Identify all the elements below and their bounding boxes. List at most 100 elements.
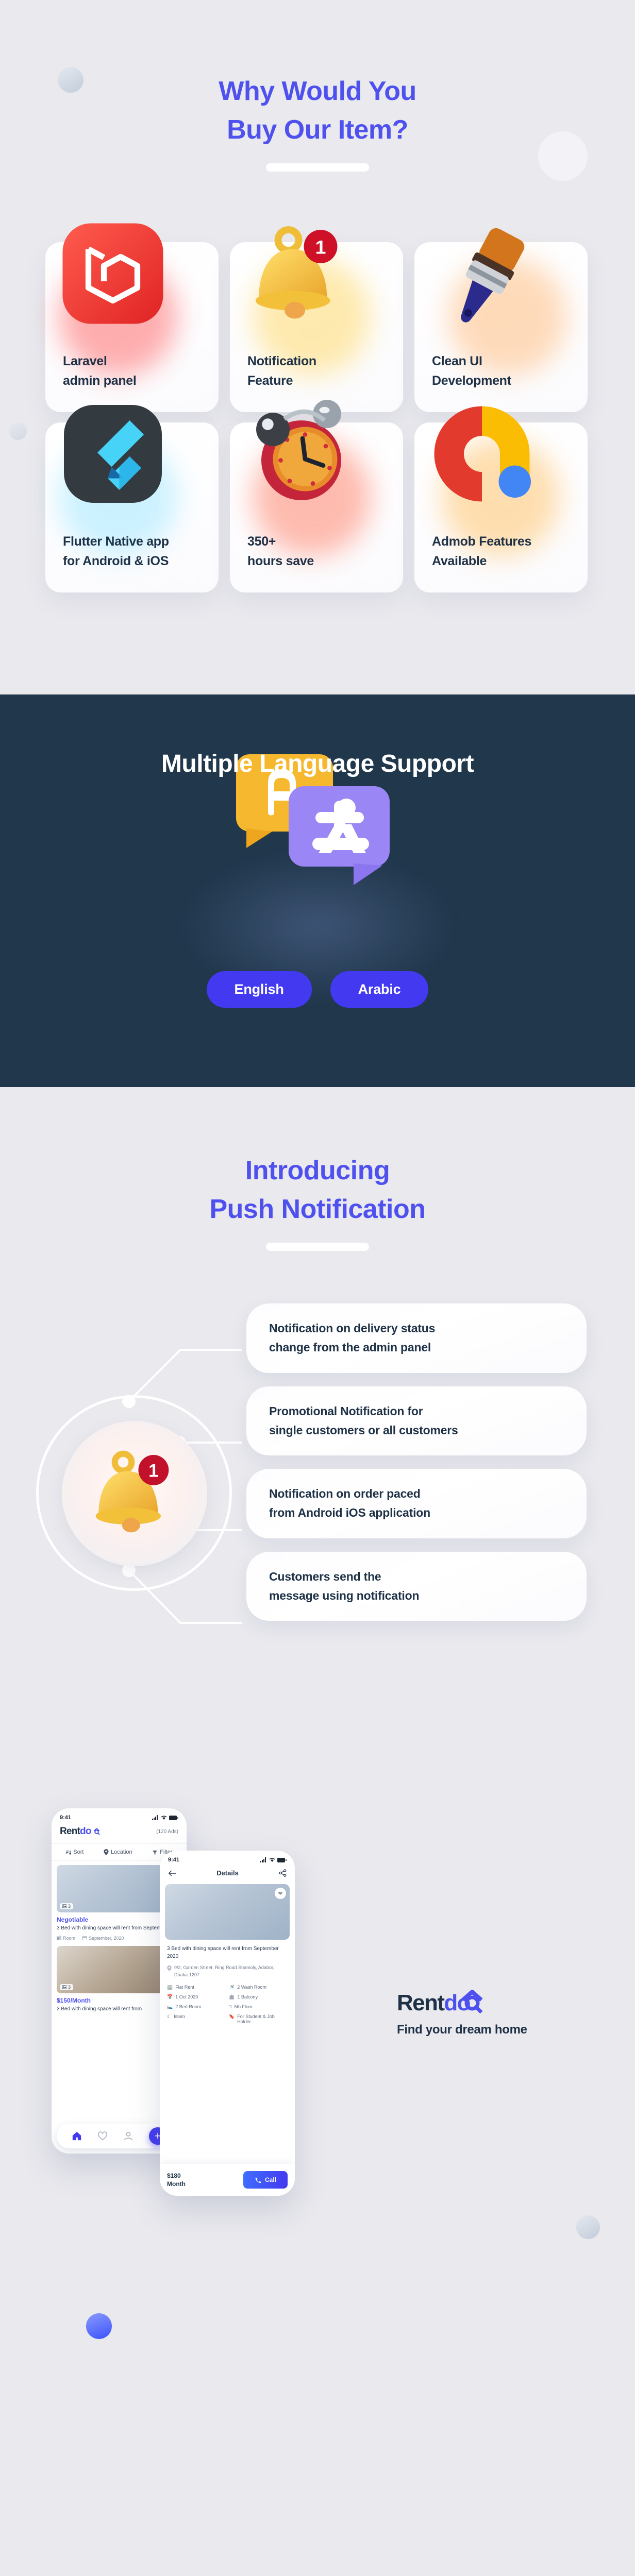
decorative-blob: [9, 422, 27, 440]
status-bar: 9:41: [52, 1808, 187, 1823]
signal-icon: [260, 1857, 266, 1862]
tab-label: Location: [111, 1849, 132, 1855]
price-amount: $180: [167, 2172, 181, 2179]
balcony-icon: 🏛: [229, 1994, 235, 1999]
bell-notification-icon: 1: [255, 226, 338, 319]
back-arrow-icon[interactable]: [168, 1870, 176, 1877]
feature-card-clean-ui[interactable]: Clean UI Development: [414, 228, 588, 412]
push-title-line1: Introducing: [245, 1156, 390, 1185]
building-icon: 🏢: [167, 1985, 173, 1990]
push-item-line1: Customers send the: [269, 1569, 381, 1583]
alarm-clock-icon: [256, 400, 341, 500]
bed-icon: 🛌: [167, 2004, 173, 2009]
photo-count: 3: [68, 1904, 71, 1909]
why-buy-title-line2: Buy Our Item?: [227, 115, 408, 145]
battery-icon: [169, 1815, 178, 1820]
tab-sort[interactable]: Sort: [65, 1849, 83, 1855]
call-label: Call: [264, 2176, 276, 2183]
card-label-line1: Flutter Native app: [63, 534, 169, 549]
favorite-button[interactable]: ❤: [275, 1888, 286, 1899]
feature-card-hours-save[interactable]: 350+ hours save: [230, 400, 403, 592]
details-footer: $180 Month Call: [160, 2164, 295, 2196]
bell-hub: 1: [32, 1391, 238, 1597]
logo-text-main: Rent: [60, 1826, 80, 1837]
laravel-icon: [62, 223, 163, 324]
feature-card-notification[interactable]: 1 Notification Feature: [230, 226, 403, 412]
tab-location[interactable]: Location: [104, 1849, 132, 1855]
spec-item: 🔖 For Student & Job Holder: [229, 2014, 288, 2024]
heart-icon[interactable]: [97, 2131, 108, 2141]
photo-count-badge: 3: [60, 1903, 74, 1909]
push-item-line2: change from the admin panel: [269, 1341, 431, 1354]
profile-icon[interactable]: [123, 2131, 133, 2141]
spec-label: 5th Floor: [234, 2004, 253, 2009]
bell-notification-icon: 1: [95, 1450, 169, 1533]
card-label-line1: Clean UI: [432, 354, 482, 368]
push-feature-item[interactable]: Promotional Notification for single cust…: [246, 1386, 587, 1455]
ads-count: (120 Ads): [156, 1828, 178, 1835]
spec-label: Islam: [174, 2014, 185, 2019]
call-button[interactable]: Call: [243, 2171, 288, 2189]
wifi-icon: [269, 1858, 275, 1862]
filter-icon: [153, 1850, 158, 1855]
app-logo[interactable]: Rentdo: [60, 1826, 101, 1837]
spec-item: 🚿 2 Wash Room: [229, 1985, 288, 1990]
push-item-line1: Promotional Notification for: [269, 1404, 423, 1418]
feature-card-flutter[interactable]: Flutter Native app for Android & iOS: [45, 405, 219, 592]
spec-label: 1 Oct 2020: [175, 1994, 198, 1999]
stairs-icon: □: [229, 2004, 232, 2009]
details-address-row: 9/2, Garden Street, Ring Road Shamoly, A…: [167, 1964, 288, 1978]
brand-logo: Rent do: [397, 1990, 593, 2014]
image-icon: [62, 1985, 66, 1989]
shower-icon: 🚿: [229, 1985, 235, 1990]
push-title-line2: Push Notification: [209, 1194, 426, 1225]
spec-item: ☾ Islam: [167, 2014, 226, 2024]
push-feature-list: Notification on delivery status change f…: [246, 1303, 587, 1621]
photo-count: 3: [68, 1984, 71, 1990]
details-address: 9/2, Garden Street, Ring Road Shamoly, A…: [174, 1965, 274, 1977]
calendar-icon: [82, 1936, 88, 1940]
spec-item: 🏛 1 Balcony: [229, 1994, 288, 2000]
bookmark-icon: 🔖: [229, 2014, 235, 2019]
card-label-line2: Development: [432, 373, 511, 388]
card-label-line2: Feature: [247, 373, 293, 388]
status-time: 9:41: [60, 1815, 72, 1821]
spec-label: 1 Balcony: [237, 1994, 258, 1999]
details-description: 3 Bed with dining space will rent from S…: [167, 1946, 279, 1959]
tab-label: Sort: [73, 1849, 84, 1855]
card-label-line1: Admob Features: [432, 534, 532, 549]
details-hero-photo: ❤: [165, 1884, 290, 1940]
brand-tagline: Find your dream home: [397, 2023, 527, 2037]
details-body: 3 Bed with dining space will rent from S…: [160, 1940, 295, 2024]
price-period: Month: [167, 2180, 186, 2188]
feature-card-admob[interactable]: Admob Features Available: [414, 406, 588, 592]
language-section-title: Multiple Language Support: [161, 750, 474, 777]
location-pin-icon: [104, 1849, 109, 1855]
card-label-line1: Laravel: [63, 354, 107, 368]
card-label-line2: for Android & iOS: [63, 553, 169, 568]
home-icon[interactable]: [72, 2131, 82, 2141]
push-feature-item[interactable]: Notification on delivery status change f…: [246, 1303, 587, 1373]
status-time: 9:41: [168, 1857, 180, 1863]
share-icon[interactable]: [279, 1869, 287, 1877]
language-button-english[interactable]: English: [206, 971, 312, 1008]
moon-icon: ☾: [167, 2014, 172, 2019]
location-pin-icon: [167, 1965, 172, 1971]
house-search-icon: [93, 1828, 101, 1835]
logo-text-accent: do: [80, 1826, 91, 1837]
wifi-icon: [161, 1816, 167, 1820]
push-feature-item[interactable]: Notification on order paced from Android…: [246, 1469, 587, 1538]
push-feature-item[interactable]: Customers send the message using notific…: [246, 1551, 587, 1621]
card-label-line1: 350+: [247, 534, 276, 549]
language-button-arabic[interactable]: Arabic: [330, 971, 429, 1008]
details-spec-grid: 🏢 Flat Rent 🚿 2 Wash Room 📅 1 Oct 2020 🏛…: [167, 1985, 288, 2024]
spec-label: 2 Wash Room: [237, 1985, 266, 1990]
heading-underline: [266, 1242, 369, 1251]
hub-badge-count: 1: [148, 1461, 158, 1481]
sort-icon: [66, 1850, 72, 1855]
feature-card-laravel[interactable]: Laravel admin panel: [45, 223, 219, 412]
image-icon: [62, 1904, 66, 1908]
card-label-line2: admin panel: [63, 373, 137, 388]
push-item-line2: message using notification: [269, 1588, 420, 1602]
listing-date: September, 2020: [89, 1935, 124, 1941]
